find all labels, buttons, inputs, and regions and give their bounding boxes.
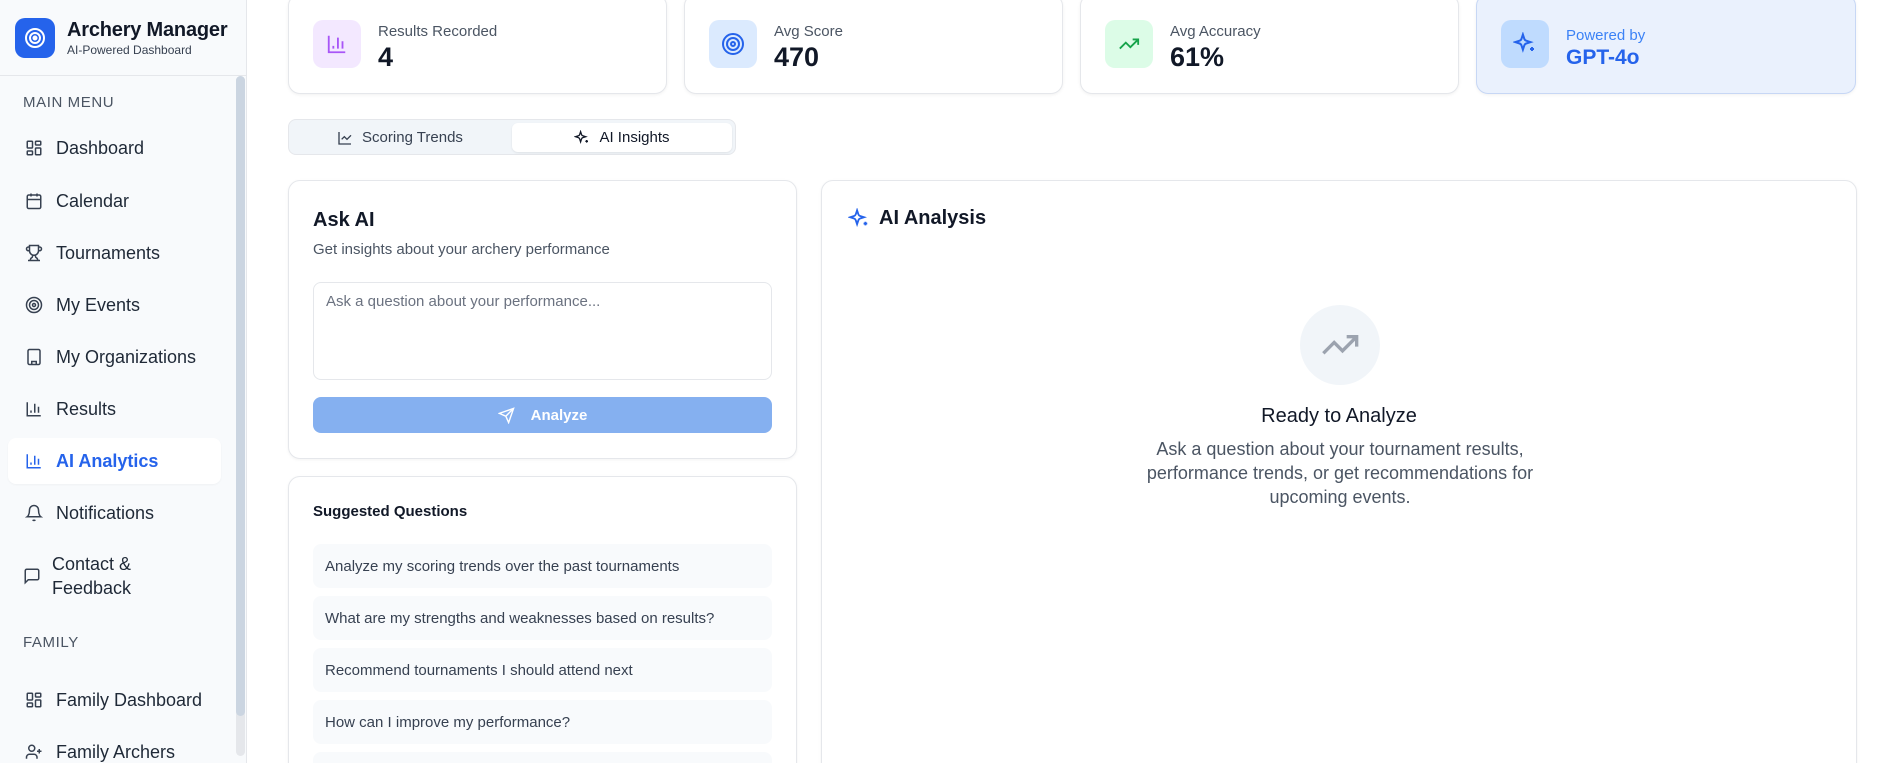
sparkles-icon (848, 207, 870, 230)
trending-up-icon (1105, 20, 1153, 68)
ai-analysis-header: AI Analysis (848, 207, 986, 230)
stat-card-results-recorded: Results Recorded 4 (288, 0, 667, 94)
stat-card-avg-score: Avg Score 470 (684, 0, 1063, 94)
sidebar-item-label: Dashboard (56, 137, 145, 158)
sparkles-icon (574, 129, 590, 146)
sidebar-scrollbar-thumb[interactable] (236, 76, 245, 716)
suggested-question[interactable]: Recommend tournaments I should attend ne… (313, 648, 772, 692)
sidebar-item-results[interactable]: Results (8, 386, 221, 432)
sidebar-item-label: Results (56, 398, 117, 419)
sidebar-item-family-archers[interactable]: Family Archers (8, 729, 221, 763)
suggested-questions-title: Suggested Questions (313, 503, 468, 520)
sidebar-item-contact-feedback[interactable]: Contact & Feedback (8, 547, 158, 605)
send-icon (497, 406, 515, 424)
stat-label: Results Recorded (378, 23, 498, 40)
family-section-label: FAMILY (23, 634, 79, 651)
stat-value: GPT-4o (1566, 45, 1640, 69)
dashboard-grid-icon (23, 689, 45, 711)
stat-card-powered-by: Powered by GPT-4o (1476, 0, 1856, 94)
stat-card-avg-accuracy: Avg Accuracy 61% (1080, 0, 1459, 94)
bar-chart-icon (23, 398, 45, 420)
sidebar-item-label: Family Dashboard (56, 689, 203, 710)
sidebar-item-label: Contact & Feedback (52, 554, 132, 598)
app-subtitle: AI-Powered Dashboard (67, 42, 192, 57)
sidebar-item-label: Calendar (56, 190, 130, 211)
sidebar-item-calendar[interactable]: Calendar (8, 178, 221, 224)
stat-label: Avg Score (774, 23, 843, 40)
tab-ai-insights[interactable]: AI Insights (512, 123, 732, 152)
line-chart-icon (337, 130, 353, 146)
ask-ai-card: Ask AI Get insights about your archery p… (288, 180, 797, 459)
suggested-questions-card: Suggested Questions Analyze my scoring t… (288, 476, 797, 763)
analyze-button[interactable]: Analyze (313, 397, 772, 433)
empty-state-description: Ask a question about your tournament res… (1146, 439, 1534, 507)
brand-header[interactable]: Archery Manager AI-Powered Dashboard (0, 0, 246, 76)
ask-ai-description: Get insights about your archery performa… (313, 241, 610, 258)
ai-analysis-title: AI Analysis (879, 207, 987, 229)
suggested-question[interactable]: Analyze my scoring trends over the past … (313, 544, 772, 588)
stat-value: 470 (774, 42, 820, 72)
sidebar-item-label: AI Analytics (56, 450, 159, 471)
sidebar-item-dashboard[interactable]: Dashboard (8, 125, 221, 171)
tab-scoring-trends[interactable]: Scoring Trends (292, 123, 508, 152)
sidebar-item-ai-analytics[interactable]: AI Analytics (8, 438, 221, 484)
suggested-question[interactable]: How can I improve my performance? (313, 700, 772, 744)
stat-value: 4 (378, 42, 394, 72)
target-logo-icon (15, 17, 55, 58)
ask-ai-title: Ask AI (313, 209, 375, 231)
sidebar-item-my-events[interactable]: My Events (8, 282, 221, 328)
stat-label: Powered by (1566, 26, 1646, 44)
trophy-icon (23, 242, 45, 264)
sidebar-item-notifications[interactable]: Notifications (8, 490, 221, 536)
sidebar-item-label: Notifications (56, 502, 155, 523)
view-tabs: Scoring Trends AI Insights (288, 119, 736, 155)
sidebar-item-family-dashboard[interactable]: Family Dashboard (8, 677, 221, 723)
analyze-button-label: Analyze (530, 406, 588, 424)
calendar-icon (23, 190, 45, 212)
target-icon (23, 294, 45, 316)
bell-icon (23, 502, 45, 524)
sidebar-scrollbar[interactable] (236, 76, 245, 756)
empty-state-title: Ready to Analyze (1261, 405, 1417, 427)
app-title: Archery Manager (67, 18, 228, 41)
message-icon (23, 565, 41, 587)
building-icon (23, 346, 45, 368)
suggested-question[interactable]: What are my strengths and weaknesses bas… (313, 596, 772, 640)
stat-value: 61% (1170, 42, 1225, 72)
dashboard-grid-icon (23, 137, 45, 159)
sidebar: Archery Manager AI-Powered Dashboard MAI… (0, 0, 247, 763)
main-menu-label: MAIN MENU (23, 94, 115, 111)
ai-analysis-card: AI Analysis Ready to Analyze Ask a quest… (821, 180, 1857, 763)
bar-chart-icon (313, 20, 361, 68)
sidebar-item-label: My Events (56, 294, 141, 315)
target-icon (709, 20, 757, 68)
sidebar-item-label: Tournaments (56, 242, 161, 263)
tab-label: Scoring Trends (362, 129, 463, 146)
stat-label: Avg Accuracy (1170, 23, 1261, 40)
ask-question-input[interactable] (313, 282, 772, 380)
sparkles-icon (1501, 20, 1549, 68)
sidebar-item-my-organizations[interactable]: My Organizations (8, 334, 221, 380)
bar-chart-icon (23, 450, 45, 472)
trending-up-icon (1300, 305, 1380, 385)
user-plus-icon (23, 741, 45, 763)
suggested-question-partial[interactable] (313, 752, 772, 763)
sidebar-item-tournaments[interactable]: Tournaments (8, 230, 221, 276)
sidebar-item-label: My Organizations (56, 346, 197, 367)
tab-label: AI Insights (599, 129, 670, 146)
sidebar-item-label: Family Archers (56, 741, 176, 762)
